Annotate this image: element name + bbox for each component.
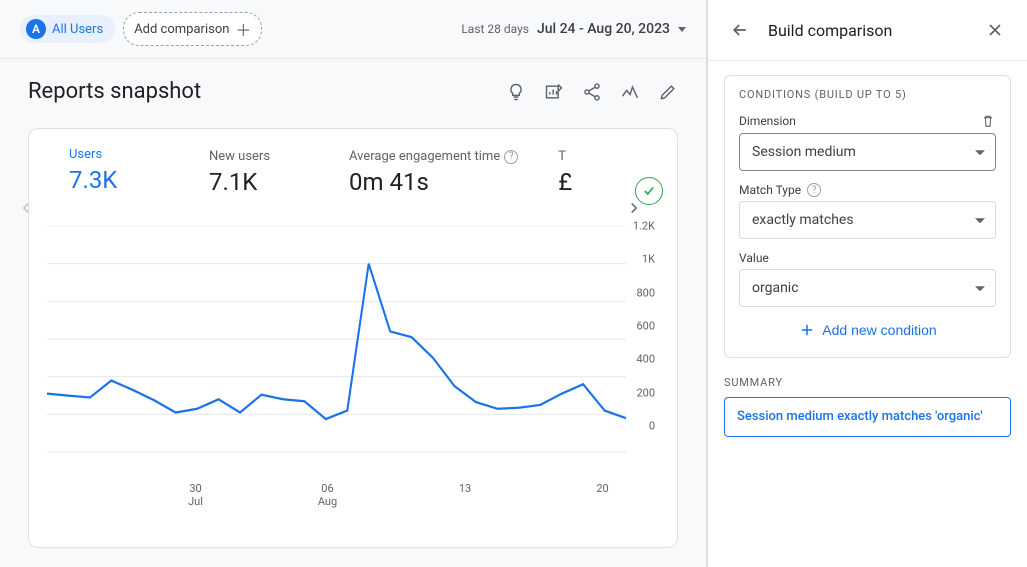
comparison-panel: Build comparison Conditions (build up to… xyxy=(707,0,1027,567)
y-tick: 0 xyxy=(649,420,655,433)
metric-value: 7.1K xyxy=(209,168,309,196)
page-title: Reports snapshot xyxy=(28,79,201,104)
insights-icon[interactable] xyxy=(506,82,526,102)
value-label: Value xyxy=(739,251,769,265)
x-tick: 30Jul xyxy=(188,482,203,508)
metric-row: Users 7.3K New users 7.1K Average engage… xyxy=(47,149,659,196)
dimension-value: Session medium xyxy=(752,144,856,160)
panel-title: Build comparison xyxy=(768,21,967,40)
metric-value: 7.3K xyxy=(69,166,169,194)
conditions-card: Conditions (build up to 5) Dimension Ses… xyxy=(724,75,1011,358)
value-value: organic xyxy=(752,280,799,296)
x-tick: 20 xyxy=(596,482,608,495)
metric-label: Users xyxy=(69,149,169,162)
x-tick: 13 xyxy=(459,482,471,495)
edit-icon[interactable] xyxy=(658,82,678,102)
value-select[interactable]: organic xyxy=(739,269,996,307)
date-range-hint: Last 28 days xyxy=(461,22,529,36)
dimension-label-row: Dimension xyxy=(739,113,996,129)
metrics-prev-button[interactable] xyxy=(11,193,41,223)
metric-label: Average engagement time ? xyxy=(349,149,518,164)
y-tick: 400 xyxy=(636,353,655,366)
chevron-down-icon xyxy=(975,286,985,291)
help-icon[interactable]: ? xyxy=(807,183,821,197)
date-range-picker[interactable]: Last 28 days Jul 24 - Aug 20, 2023 xyxy=(461,21,686,37)
dimension-select[interactable]: Session medium xyxy=(739,133,996,171)
summary-chip[interactable]: Session medium exactly matches 'organic' xyxy=(724,397,1011,437)
metric-avg-engagement[interactable]: Average engagement time ? 0m 41s xyxy=(349,149,518,196)
y-tick: 1.2K xyxy=(633,220,655,233)
y-tick: 1K xyxy=(642,253,655,266)
match-type-select[interactable]: exactly matches xyxy=(739,201,996,239)
y-tick: 800 xyxy=(636,286,655,299)
realtime-check-icon[interactable] xyxy=(635,177,663,205)
explore-icon[interactable] xyxy=(620,82,640,102)
metric-value: £ xyxy=(558,168,598,196)
metric-value: 0m 41s xyxy=(349,168,518,196)
summary-block: Summary Session medium exactly matches '… xyxy=(724,376,1011,437)
metric-label: New users xyxy=(209,149,309,164)
y-axis: 1.2K1K8006004002000 xyxy=(626,226,659,486)
metric-label: T xyxy=(558,149,598,164)
chevron-down-icon xyxy=(678,27,686,32)
close-button[interactable] xyxy=(981,16,1009,44)
topbar: A All Users Add comparison ＋ Last 28 day… xyxy=(0,0,706,59)
dimension-label: Dimension xyxy=(739,114,796,128)
back-button[interactable] xyxy=(726,16,754,44)
match-type-value: exactly matches xyxy=(752,212,854,228)
add-condition-button[interactable]: Add new condition xyxy=(798,321,936,339)
match-type-label: Match Type xyxy=(739,183,801,197)
add-comparison-label: Add comparison xyxy=(134,22,229,37)
all-users-badge: A xyxy=(26,19,46,39)
all-users-chip[interactable]: A All Users xyxy=(20,15,115,43)
all-users-label: All Users xyxy=(52,22,103,37)
delete-condition-icon[interactable] xyxy=(980,113,996,129)
panel-header: Build comparison xyxy=(708,0,1027,61)
date-range-value: Jul 24 - Aug 20, 2023 xyxy=(537,21,670,37)
line-chart xyxy=(47,226,626,486)
y-tick: 600 xyxy=(636,320,655,333)
add-comparison-chip[interactable]: Add comparison ＋ xyxy=(123,12,262,46)
help-icon[interactable]: ? xyxy=(504,150,518,164)
page-header: Reports snapshot xyxy=(0,59,706,116)
chevron-down-icon xyxy=(975,150,985,155)
share-icon[interactable] xyxy=(582,82,602,102)
match-type-label-row: Match Type ? xyxy=(739,183,996,197)
add-condition-label: Add new condition xyxy=(822,322,936,338)
x-tick: 06Aug xyxy=(318,482,337,508)
customize-report-icon[interactable] xyxy=(544,82,564,102)
chart-area: 1.2K1K8006004002000 30Jul06Aug1320 xyxy=(47,226,659,486)
plus-icon: ＋ xyxy=(235,17,251,41)
metric-truncated[interactable]: T £ xyxy=(558,149,598,196)
chevron-down-icon xyxy=(975,218,985,223)
overview-card: Users 7.3K New users 7.1K Average engage… xyxy=(28,128,678,548)
summary-title: Summary xyxy=(724,376,1011,389)
metric-users[interactable]: Users 7.3K xyxy=(69,149,169,196)
value-label-row: Value xyxy=(739,251,996,265)
metric-new-users[interactable]: New users 7.1K xyxy=(209,149,309,196)
conditions-caption: Conditions (build up to 5) xyxy=(739,88,996,101)
y-tick: 200 xyxy=(636,386,655,399)
